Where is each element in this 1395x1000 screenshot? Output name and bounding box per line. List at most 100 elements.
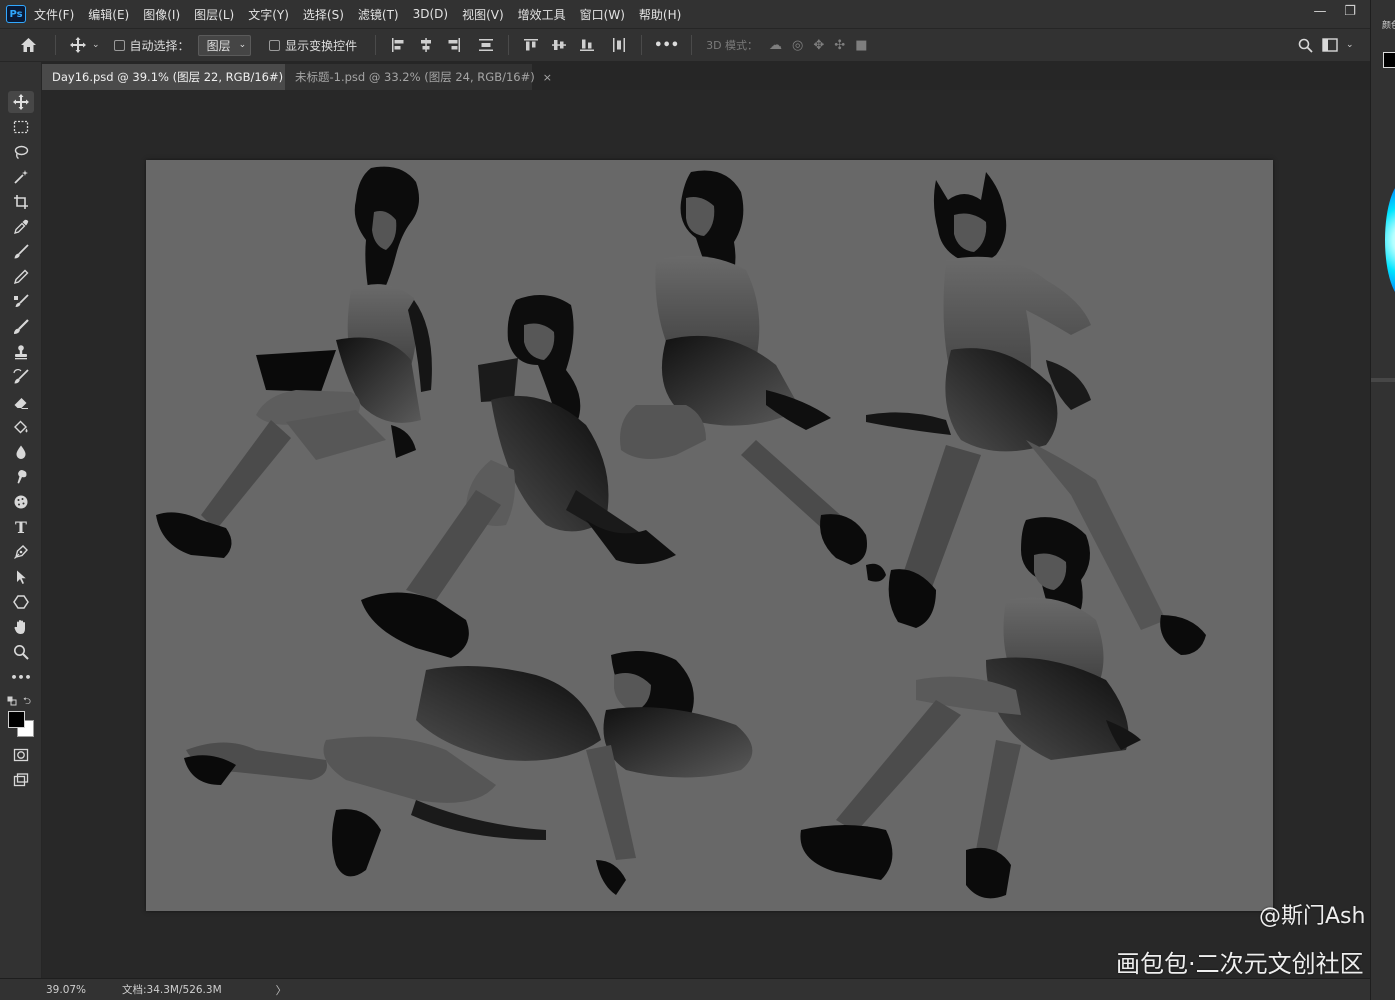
hand-icon[interactable] — [8, 616, 34, 638]
document-canvas[interactable] — [146, 160, 1273, 911]
3d-orbit-icon[interactable]: ☁ — [769, 38, 782, 53]
tab-label: Day16.psd @ 39.1% (图层 22, RGB/16#) * — [52, 70, 293, 84]
color-panel: 颜色 — [1370, 0, 1395, 1000]
zoom-icon[interactable] — [8, 641, 34, 663]
align-bottom-icon[interactable] — [579, 37, 595, 53]
divider — [508, 35, 510, 55]
divider — [691, 35, 693, 55]
marquee-icon[interactable] — [8, 116, 34, 138]
default-colors-icon[interactable] — [7, 696, 17, 706]
3d-pan-icon[interactable]: ✥ — [813, 38, 824, 53]
divider — [55, 35, 56, 55]
close-icon[interactable]: × — [543, 71, 552, 84]
menu-view[interactable]: 视图(V) — [462, 6, 504, 23]
document-tabs: » Day16.psd @ 39.1% (图层 22, RGB/16#) * ×… — [0, 62, 1370, 90]
menu-file[interactable]: 文件(F) — [34, 6, 74, 23]
workspace-icon[interactable] — [1322, 38, 1338, 52]
magic-wand-icon[interactable] — [8, 166, 34, 188]
pencil-icon[interactable] — [8, 266, 34, 288]
zoom-level[interactable]: 39.07% — [46, 984, 90, 996]
minimize-button[interactable]: — — [1305, 0, 1335, 22]
divider — [375, 35, 377, 55]
chevron-down-icon[interactable]: ⌄ — [92, 40, 100, 50]
menu-window[interactable]: 窗口(W) — [580, 6, 625, 23]
status-menu-arrow[interactable]: 〉 — [276, 982, 287, 998]
restore-button[interactable]: ❐ — [1335, 0, 1365, 22]
smudge-icon[interactable] — [8, 466, 34, 488]
foreground-color-swatch[interactable] — [8, 711, 25, 728]
type-icon[interactable]: T — [8, 516, 34, 538]
menu-3d[interactable]: 3D(D) — [413, 7, 448, 21]
more-tools-icon[interactable]: ••• — [8, 666, 34, 688]
photoshop-logo[interactable]: Ps — [6, 5, 26, 23]
figure-sketch — [156, 166, 432, 558]
figure-sketches-artwork — [156, 166, 1206, 899]
3d-camera-icon[interactable]: ■ — [855, 38, 867, 53]
clone-brush-icon[interactable] — [8, 291, 34, 313]
tab-untitled-1[interactable]: 未标题-1.psd @ 33.2% (图层 24, RGB/16#) × — [285, 64, 552, 90]
chevron-down-icon: ⌄ — [238, 40, 247, 50]
move-tool-icon[interactable] — [70, 37, 86, 53]
path-select-icon[interactable] — [8, 566, 34, 588]
3d-roll-icon[interactable]: ◎ — [792, 38, 803, 53]
3d-mode-label: 3D 模式： — [706, 39, 759, 52]
paint-bucket-icon[interactable] — [8, 416, 34, 438]
history-brush-icon[interactable] — [8, 366, 34, 388]
home-icon[interactable] — [20, 37, 37, 53]
tab-day16[interactable]: Day16.psd @ 39.1% (图层 22, RGB/16#) * × — [42, 64, 310, 90]
align-vertical-center-icon[interactable] — [551, 37, 567, 53]
menu-plugins[interactable]: 增效工具 — [518, 6, 566, 23]
panel-divider[interactable] — [1371, 378, 1395, 382]
more-options-button[interactable]: ••• — [654, 38, 679, 53]
menu-help[interactable]: 帮助(H) — [639, 6, 681, 23]
align-horizontal-center-icon[interactable] — [418, 37, 434, 53]
menu-type[interactable]: 文字(Y) — [248, 6, 289, 23]
eyedropper-icon[interactable] — [8, 216, 34, 238]
stamp-icon[interactable] — [8, 341, 34, 363]
shape-icon[interactable] — [8, 591, 34, 613]
figure-sketch — [800, 517, 1141, 899]
color-panel-label[interactable]: 颜色 — [1382, 18, 1395, 31]
distribute-horizontal-icon[interactable] — [611, 37, 627, 53]
menu-filter[interactable]: 滤镜(T) — [358, 6, 399, 23]
auto-select-label: 自动选择： — [129, 38, 190, 53]
menu-layer[interactable]: 图层(L) — [194, 6, 234, 23]
options-bar: ⌄ 自动选择： 图层 ⌄ 显示变换控件 ••• 3D 模式： ☁ ◎ ✥ ✣ ■ — [0, 28, 1370, 62]
distribute-vertical-icon[interactable] — [478, 37, 494, 53]
status-bar: 39.07% 文档:34.3M/526.3M 〉 — [0, 978, 1370, 1000]
document-info: 文档:34.3M/526.3M — [122, 984, 222, 996]
menu-edit[interactable]: 编辑(E) — [88, 6, 129, 23]
color-wheel[interactable] — [1385, 180, 1395, 300]
layer-select-value: 图层 — [206, 38, 231, 53]
figure-sketch — [184, 651, 753, 895]
menu-select[interactable]: 选择(S) — [303, 6, 344, 23]
align-left-icon[interactable] — [390, 37, 406, 53]
brush-icon[interactable] — [8, 241, 34, 263]
mixer-brush-icon[interactable] — [8, 316, 34, 338]
quick-mask-icon[interactable] — [8, 744, 34, 766]
watermark-user: @斯门Ash — [1259, 904, 1366, 929]
figure-sketch — [620, 170, 886, 582]
screen-mode-icon[interactable] — [8, 769, 34, 791]
3d-slide-icon[interactable]: ✣ — [834, 38, 845, 53]
eraser-icon[interactable] — [8, 391, 34, 413]
pen-icon[interactable] — [8, 541, 34, 563]
tab-label: 未标题-1.psd @ 33.2% (图层 24, RGB/16#) — [295, 70, 535, 84]
search-icon[interactable] — [1298, 38, 1313, 53]
panel-foreground-swatch[interactable] — [1383, 52, 1395, 68]
auto-select-target-dropdown[interactable]: 图层 ⌄ — [197, 34, 252, 56]
crop-icon[interactable] — [8, 191, 34, 213]
blur-icon[interactable] — [8, 441, 34, 463]
canvas-workspace[interactable] — [42, 90, 1370, 978]
move-icon[interactable] — [8, 91, 34, 113]
swap-colors-icon[interactable]: ⮌ — [23, 694, 31, 711]
figure-sketch — [866, 172, 1206, 655]
auto-select-checkbox[interactable] — [113, 39, 125, 51]
menu-image[interactable]: 图像(I) — [143, 6, 180, 23]
align-right-icon[interactable] — [446, 37, 462, 53]
sponge-icon[interactable] — [8, 491, 34, 513]
show-transform-checkbox[interactable] — [269, 39, 281, 51]
lasso-icon[interactable] — [8, 141, 34, 163]
align-top-icon[interactable] — [523, 37, 539, 53]
chevron-down-icon[interactable]: ⌄ — [1346, 40, 1354, 50]
